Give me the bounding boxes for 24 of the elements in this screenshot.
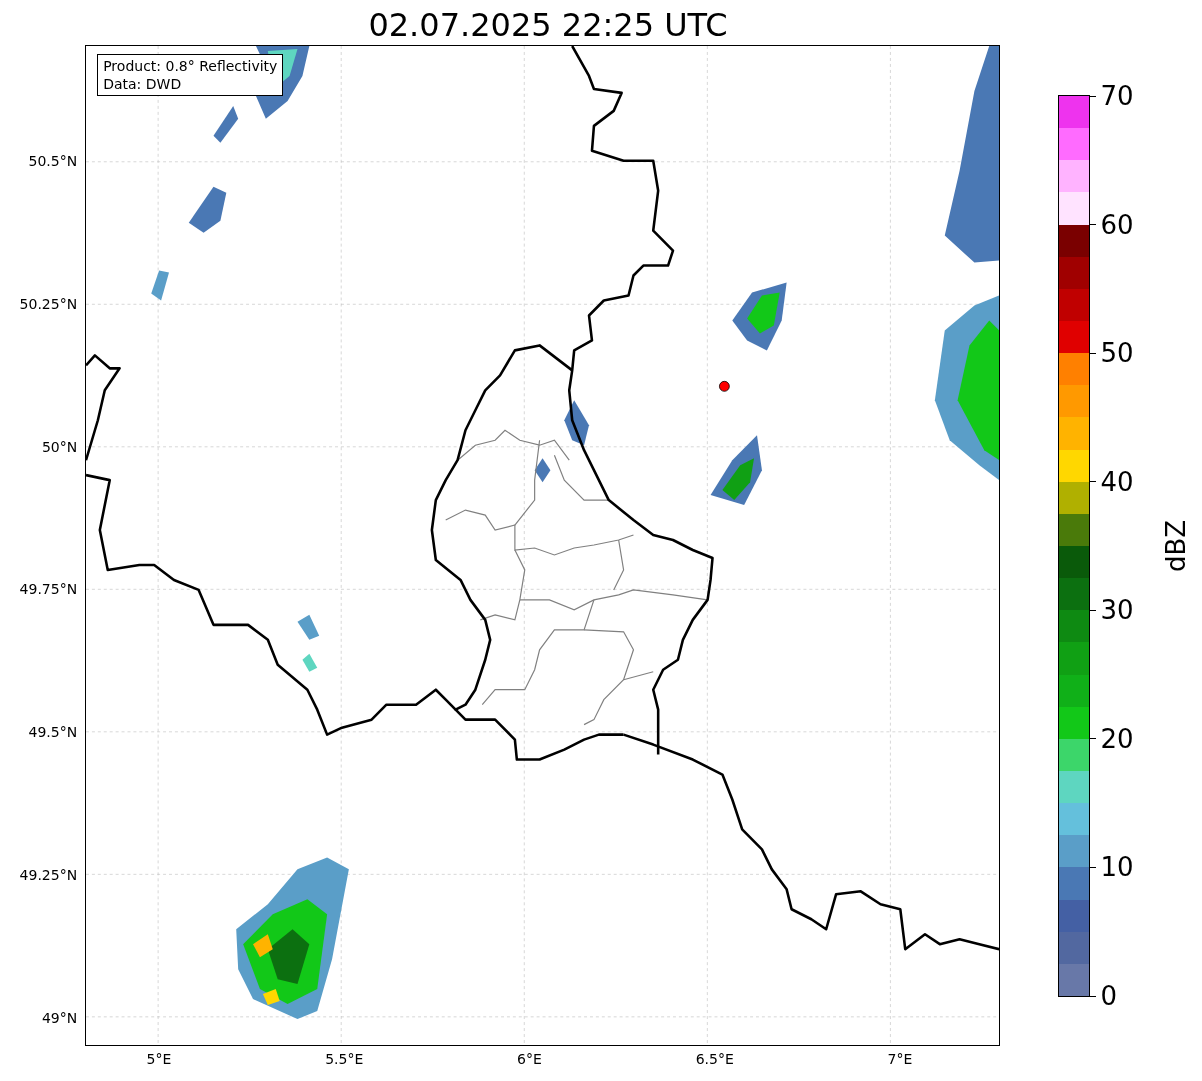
legend-text: Data: DWD [103, 75, 183, 93]
colorbar-tick-label: 0 [1100, 980, 1117, 1012]
colorbar-tick-label: 10 [1100, 851, 1134, 884]
latitude-label: 50.25°N [19, 295, 78, 312]
colorbar-tick-label: 40 [1100, 465, 1134, 498]
longitude-label: 6°E [516, 1050, 543, 1068]
colorbar-tick-label: 50 [1100, 337, 1134, 370]
latitude-label: 50°N [41, 438, 78, 455]
latitude-label: 50.5°N [28, 153, 78, 169]
longitude-label: 5°E [145, 1050, 173, 1068]
colorbar-label: dBZ [1160, 519, 1191, 572]
legend-text: Product: 0.8° Reflectivity [103, 57, 278, 75]
longitude-label: 7°E [886, 1050, 914, 1068]
latitude-label: 49.75°N [19, 581, 78, 598]
latitude-label: 49°N [41, 1009, 78, 1026]
colorbar-tick-label: 60 [1100, 208, 1134, 241]
colorbar-tick-label: 20 [1100, 722, 1134, 755]
chart-title: 02.07.2025 22:25 UTC [368, 5, 728, 45]
latitude-label: 49.25°N [19, 867, 78, 883]
latitude-label: 49.5°N [28, 724, 78, 741]
colorbar-tick-label: 30 [1100, 594, 1134, 627]
longitude-label: 5.5°E [324, 1050, 365, 1068]
longitude-label: 6.5°E [694, 1050, 735, 1068]
colorbar-tick-label: 70 [1100, 80, 1134, 112]
